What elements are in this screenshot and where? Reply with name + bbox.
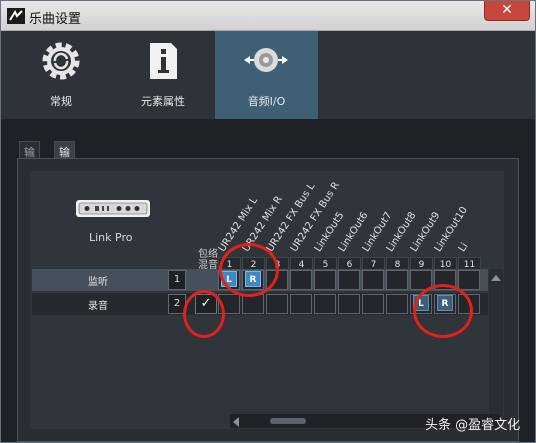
highlight-ring [183,290,225,338]
row-name: 监听 [88,277,108,288]
device-name: Link Pro [89,231,133,244]
tab-audio-io[interactable]: 音频I/O [215,31,318,119]
highlight-ring [413,284,473,338]
routing-cell[interactable] [458,270,480,290]
routing-cell[interactable] [386,270,408,290]
tab-output[interactable]: 输出 [54,141,75,175]
routing-cell[interactable] [314,270,336,290]
scroll-thumb[interactable] [270,418,306,424]
tab-input[interactable]: 输入 [19,141,40,175]
tab-general[interactable]: 常规 [11,31,111,119]
routing-cell[interactable] [386,294,408,314]
routing-cell[interactable] [338,294,360,314]
audio-interface-icon [76,200,150,217]
highlight-ring [219,243,279,297]
app-icon [7,8,25,24]
gear-refresh-icon [42,42,80,80]
channel-label: Li [456,240,471,254]
document-info-icon [150,43,177,79]
watermark: 头条 @盈睿文化 [425,418,521,433]
row-number: 1 [168,270,186,290]
routing-cell[interactable] [290,270,312,290]
tab-element-properties-label: 元素属性 [141,95,185,108]
routing-cell[interactable] [338,270,360,290]
routing-cell[interactable] [314,294,336,314]
routing-cell[interactable] [362,270,384,290]
close-button[interactable]: ✕ [484,1,530,21]
routing-cell[interactable] [290,294,312,314]
vertical-scrollbar[interactable] [489,269,503,429]
routing-cell[interactable] [362,294,384,314]
window-title: 乐曲设置 [29,12,82,27]
tab-element-properties[interactable]: 元素属性 [113,31,213,119]
routing-cell[interactable] [266,294,288,314]
settings-toolbar: 常规 元素属性 音频I/O [1,31,535,119]
envelope-mix-label: 包络 混音 [198,249,218,271]
tab-general-label: 常规 [50,95,72,108]
scroll-up-icon[interactable] [489,272,503,284]
speaker-io-icon [244,48,288,72]
title-bar: 乐曲设置 ✕ [1,1,535,31]
tab-audio-io-label: 音频I/O [247,95,286,108]
scroll-left-icon[interactable] [230,415,242,429]
row-name: 录音 [88,301,108,312]
settings-window: 乐曲设置 ✕ 常规 元素属性 音频I/O 输 输 Link Pro 包络 混音 … [0,0,536,443]
routing-cell[interactable] [242,294,264,314]
